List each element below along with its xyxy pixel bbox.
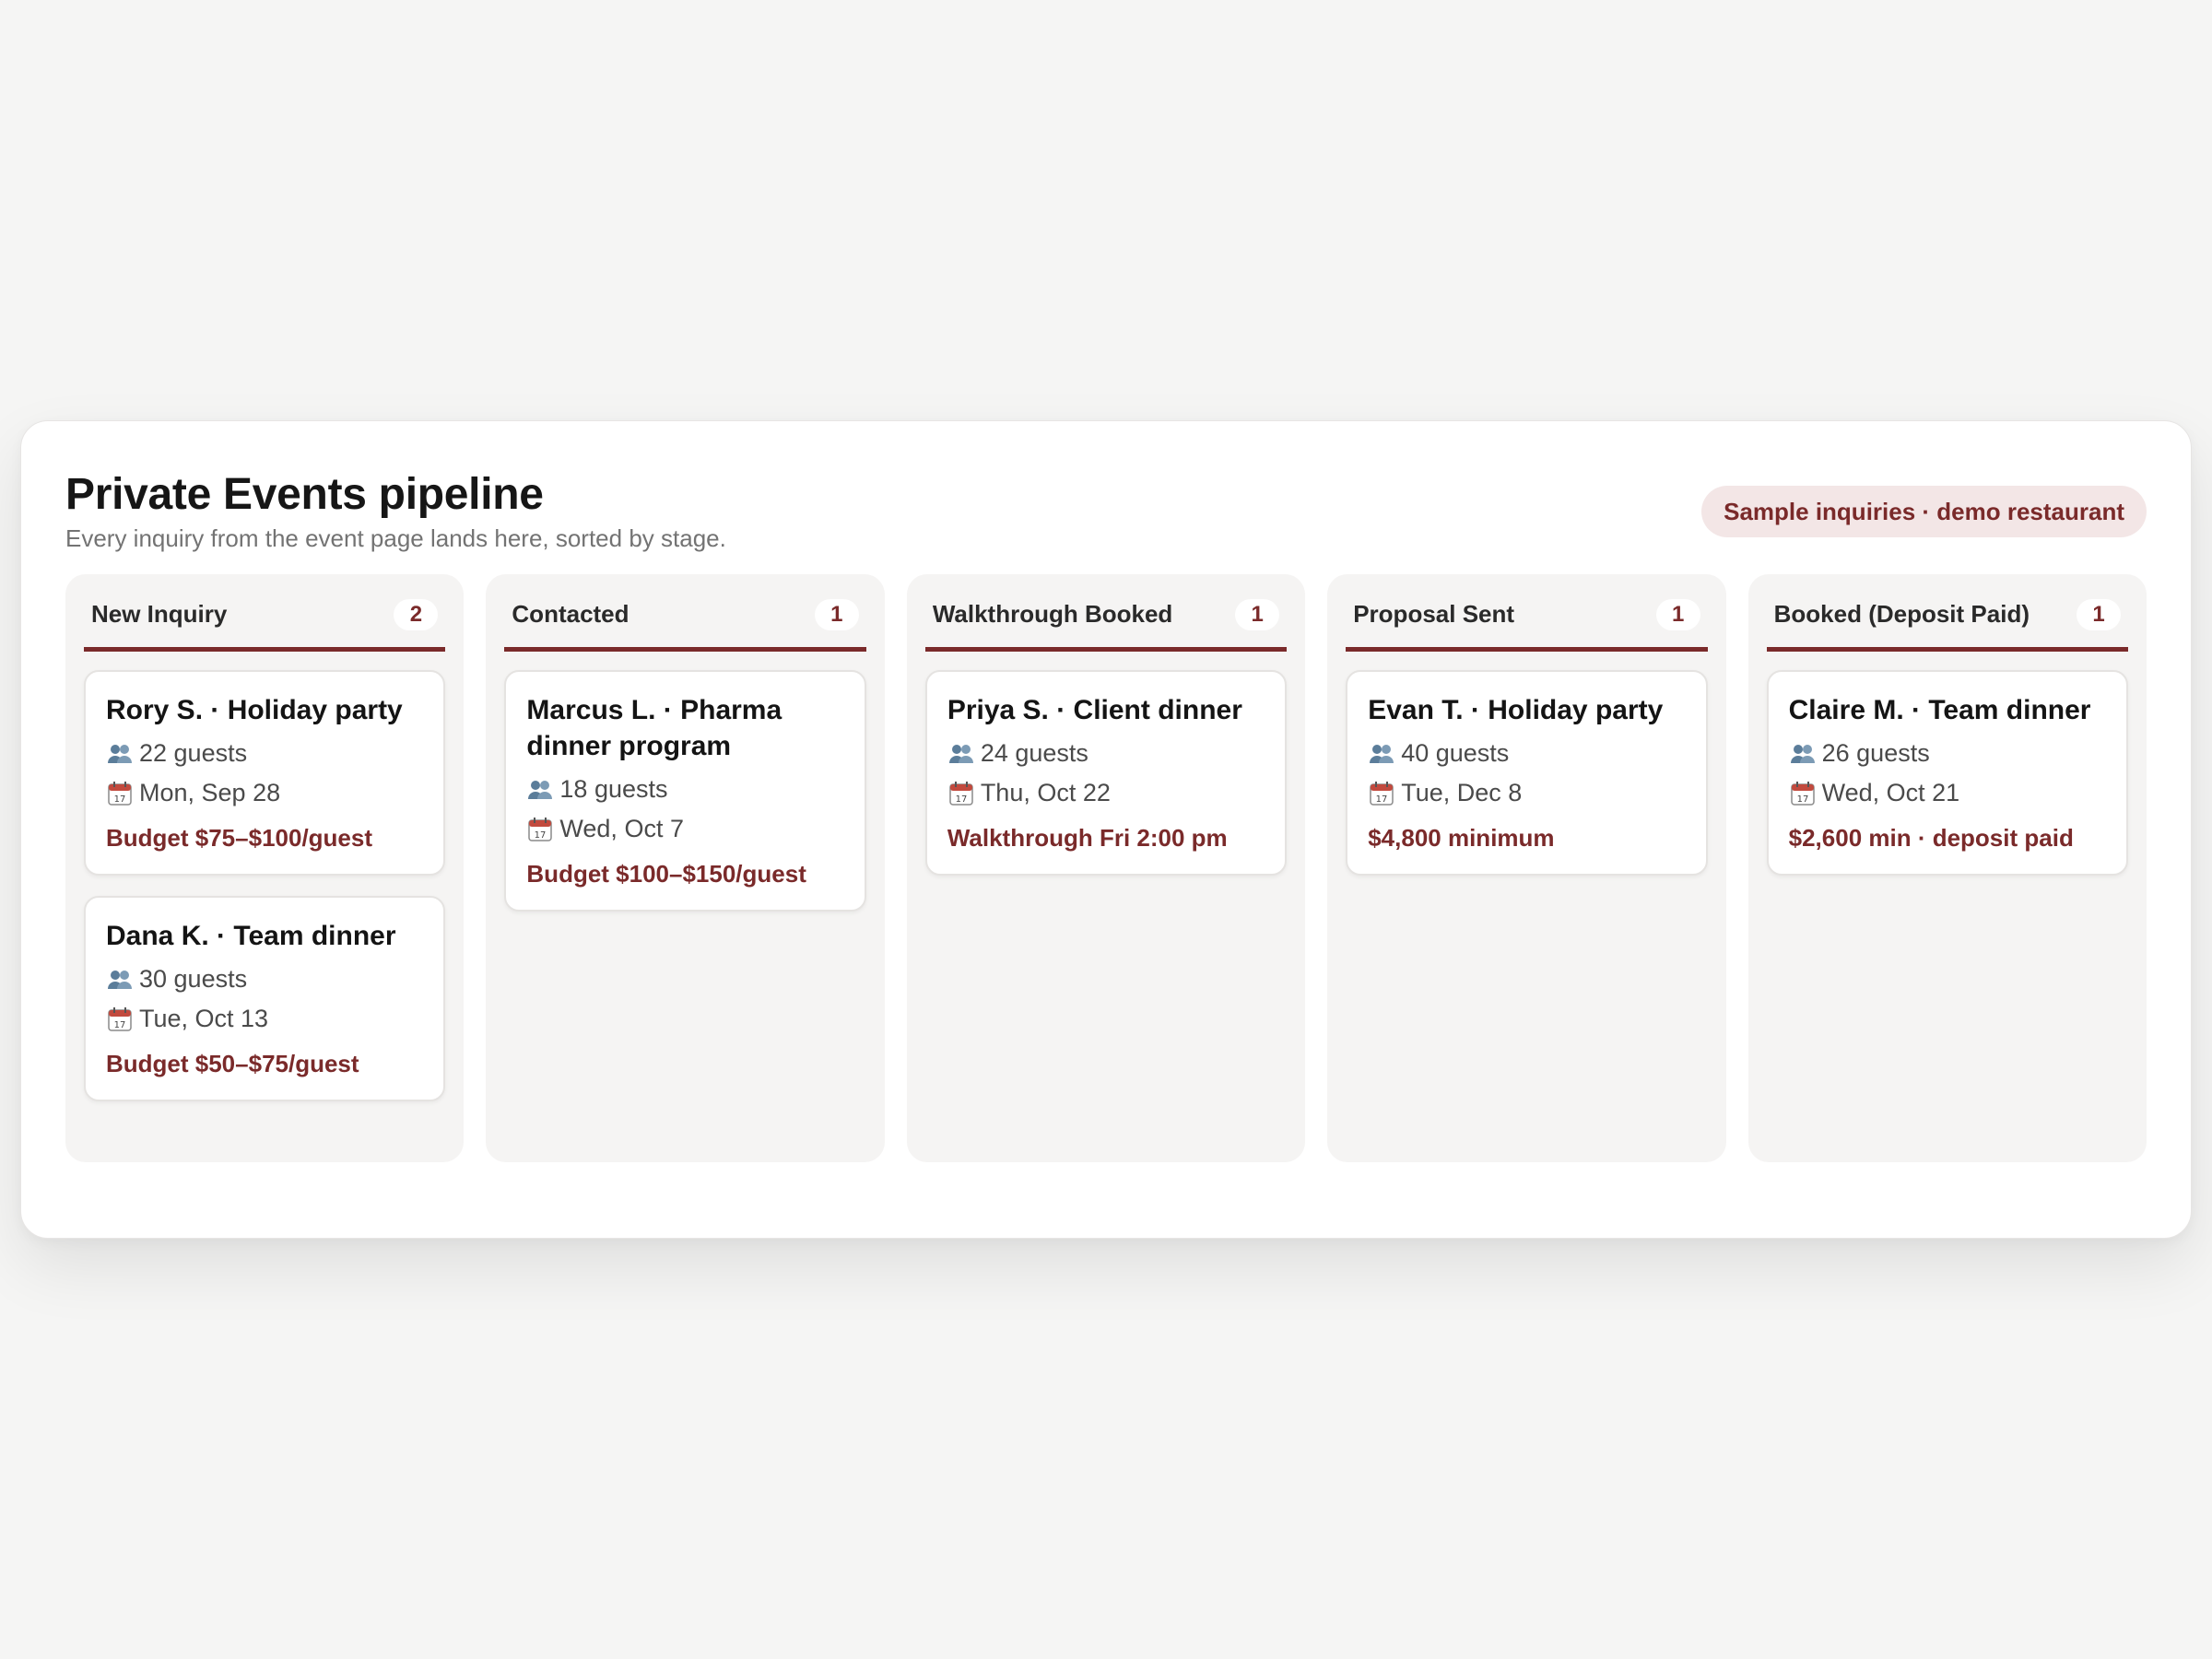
guest-count: 18 guests (559, 775, 668, 803)
inquiry-title: Priya S. · Client dinner (947, 695, 1242, 725)
svg-text:17: 17 (114, 1020, 126, 1030)
stage-column-header: Walkthrough Booked 1 (924, 574, 1288, 652)
inquiry-card[interactable]: Rory S. · Holiday party 22 guests 17 Mon… (84, 670, 446, 876)
stage-column-proposal-sent: Proposal Sent 1 Evan T. · Holiday party … (1327, 574, 1726, 1162)
stage-name: Walkthrough Booked (932, 600, 1173, 628)
guest-count-row: 18 guests (526, 770, 843, 809)
people-icon (1370, 744, 1394, 763)
stage-column-header: Booked (Deposit Paid) 1 (1766, 574, 2129, 652)
inquiry-title: Evan T. · Holiday party (1368, 695, 1664, 725)
guest-count: 24 guests (980, 739, 1088, 767)
stage-count-badge: 1 (1655, 598, 1700, 630)
people-icon (1790, 744, 1815, 763)
guest-count-row: 24 guests (947, 734, 1265, 773)
event-date: Tue, Oct 13 (139, 1005, 269, 1032)
inquiry-title: Dana K. · Team dinner (106, 921, 396, 951)
event-date-row: 17 Wed, Oct 7 (526, 809, 843, 849)
board-header: Private Events pipeline Every inquiry fr… (65, 469, 2147, 554)
sample-data-badge: Sample inquiries · demo restaurant (1701, 486, 2147, 537)
svg-text:17: 17 (1796, 794, 1808, 805)
event-date: Tue, Dec 8 (1401, 779, 1523, 806)
guest-count-row: 30 guests (106, 959, 423, 999)
svg-text:17: 17 (535, 830, 547, 841)
guest-count-row: 40 guests (1368, 734, 1685, 773)
inquiry-budget: Budget $75–$100/guest (106, 824, 373, 852)
svg-text:17: 17 (955, 794, 967, 805)
people-icon (528, 780, 553, 799)
inquiry-budget: Budget $100–$150/guest (526, 860, 806, 888)
event-date-row: 17 Thu, Oct 22 (947, 773, 1265, 813)
guest-count: 26 guests (1821, 739, 1930, 767)
stage-column-header: Proposal Sent 1 (1346, 574, 1708, 652)
event-date: Thu, Oct 22 (980, 779, 1111, 806)
proposal-minimum: $4,800 minimum (1368, 824, 1555, 852)
event-date: Wed, Oct 21 (1821, 779, 1960, 806)
stage-count-badge: 1 (1235, 598, 1280, 630)
people-icon (108, 744, 132, 763)
pipeline-board: Private Events pipeline Every inquiry fr… (20, 420, 2192, 1239)
guest-count-row: 26 guests (1789, 734, 2106, 773)
stage-count-badge: 2 (394, 598, 439, 630)
stage-name: New Inquiry (91, 600, 228, 628)
calendar-icon: 17 (108, 1006, 132, 1031)
guest-count: 40 guests (1401, 739, 1510, 767)
stage-column-new-inquiry: New Inquiry 2 Rory S. · Holiday party 22… (65, 574, 465, 1162)
calendar-icon: 17 (1370, 781, 1394, 806)
inquiry-card[interactable]: Evan T. · Holiday party 40 guests 17 Tue… (1346, 670, 1708, 876)
stage-name: Contacted (512, 600, 629, 628)
walkthrough-time: Walkthrough Fri 2:00 pm (947, 824, 1228, 852)
inquiry-title: Marcus L. · Pharma dinner program (526, 695, 782, 761)
inquiry-card[interactable]: Dana K. · Team dinner 30 guests 17 Tue, … (84, 896, 446, 1101)
inquiry-card[interactable]: Priya S. · Client dinner 24 guests 17 Th… (924, 670, 1288, 876)
stage-name: Proposal Sent (1353, 600, 1515, 628)
inquiry-card[interactable]: Claire M. · Team dinner 26 guests 17 Wed… (1766, 670, 2129, 876)
stage-column-contacted: Contacted 1 Marcus L. · Pharma dinner pr… (486, 574, 885, 1162)
inquiry-title: Rory S. · Holiday party (106, 695, 403, 725)
event-date: Mon, Sep 28 (139, 779, 281, 806)
svg-text:17: 17 (1376, 794, 1388, 805)
calendar-icon: 17 (528, 817, 553, 841)
stage-column-booked-deposit-paid: Booked (Deposit Paid) 1 Claire M. · Team… (1747, 574, 2147, 1162)
stage-columns: New Inquiry 2 Rory S. · Holiday party 22… (65, 574, 2147, 1162)
stage-count-badge: 1 (814, 598, 859, 630)
inquiry-card[interactable]: Marcus L. · Pharma dinner program 18 gue… (504, 670, 866, 912)
event-date-row: 17 Mon, Sep 28 (106, 773, 423, 813)
people-icon (948, 744, 973, 763)
guest-count-row: 22 guests (106, 734, 423, 773)
deposit-status: $2,600 min · deposit paid (1788, 824, 2074, 852)
event-date-row: 17 Tue, Oct 13 (106, 999, 423, 1039)
calendar-icon: 17 (949, 781, 973, 806)
inquiry-title: Claire M. · Team dinner (1788, 695, 2091, 725)
inquiry-budget: Budget $50–$75/guest (106, 1050, 359, 1077)
svg-text:17: 17 (114, 794, 126, 805)
people-icon (108, 970, 132, 989)
stage-count-badge: 1 (2077, 598, 2122, 630)
stage-column-header: Contacted 1 (504, 574, 866, 652)
event-date-row: 17 Tue, Dec 8 (1368, 773, 1685, 813)
event-date: Wed, Oct 7 (559, 815, 684, 842)
guest-count: 30 guests (139, 965, 248, 993)
stage-column-header: New Inquiry 2 (84, 574, 446, 652)
calendar-icon: 17 (108, 781, 132, 806)
guest-count: 22 guests (139, 739, 248, 767)
calendar-icon: 17 (1790, 781, 1815, 806)
stage-name: Booked (Deposit Paid) (1773, 600, 2030, 628)
stage-column-walkthrough-booked: Walkthrough Booked 1 Priya S. · Client d… (906, 574, 1306, 1162)
event-date-row: 17 Wed, Oct 21 (1789, 773, 2106, 813)
